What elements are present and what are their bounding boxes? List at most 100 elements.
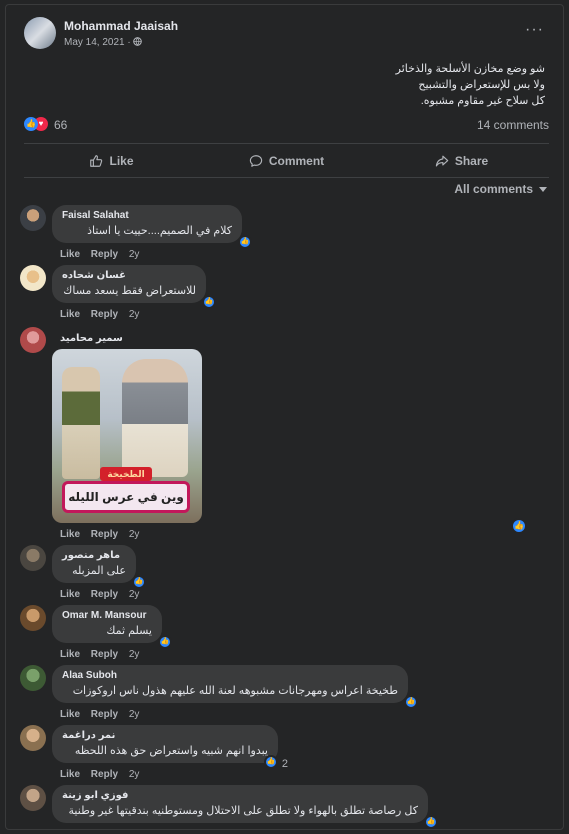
comment-reply-button[interactable]: Reply [91,249,118,260]
more-options-button[interactable]: ··· [525,21,544,39]
like-label: Like [109,154,134,168]
comment-like-button[interactable]: Like [60,589,80,600]
comment-like-button[interactable]: Like [60,249,80,260]
image-badge-text: الطخيخة [100,467,152,481]
comment-text: يسلم ثمك [106,625,152,637]
commenter-avatar[interactable] [20,265,46,291]
like-button[interactable]: Like [24,145,199,177]
like-reaction-icon[interactable]: 👍 [511,518,527,534]
comment-like-button[interactable]: Like [60,529,80,540]
commenter-avatar[interactable] [20,785,46,811]
commenter-name[interactable]: غسان شحاده [62,270,196,281]
comment-reply-button[interactable]: Reply [91,589,118,600]
post-text: شو وضع مخازن الأسلحة والذخائر ولا بس للإ… [245,61,545,109]
comment-like-button[interactable]: Like [60,309,80,320]
comment-reply-button[interactable]: Reply [91,649,118,660]
like-reaction-icon: 👍 [24,117,38,131]
like-reaction-icon[interactable]: 👍 [424,815,438,829]
comment-actions: Like Reply 2y [60,529,147,540]
like-reaction-icon[interactable]: 👍 [238,235,252,249]
commenter-avatar[interactable] [20,327,46,353]
comment-reaction-count[interactable]: 2 [282,758,288,770]
comment-actions: Like Reply 2y [60,829,147,830]
comment-text: للاستعراض فقط يسعد مساك [63,285,196,297]
post-text-line: شو وضع مخازن الأسلحة والذخائر [395,63,545,75]
comment-text: كل رصاصة تطلق بالهواء ولا تطلق على الاحت… [68,805,418,817]
commenter-name[interactable]: Faisal Salahat [62,210,232,221]
post-text-line: ولا بس للإستعراض والتشبيح [418,79,545,91]
comment-bubble: Faisal Salahat كلام في الصميم....حييت يا… [52,205,252,249]
comment-actions: Like Reply 2y [60,589,147,600]
like-reaction-icon[interactable]: 👍 [132,575,146,589]
comment-reply-button[interactable]: Reply [91,529,118,540]
comment-bubble: Omar M. Mansour يسلم ثمك 👍 [52,605,172,649]
commenter-name[interactable]: فوزي ابو زينة [62,790,418,801]
author-avatar[interactable] [24,17,56,49]
commenter-avatar[interactable] [20,205,46,231]
comment-time[interactable]: 2y [129,589,140,600]
like-reaction-icon[interactable]: 👍 [202,295,216,309]
photo-person [62,367,100,479]
comment-time[interactable]: 2y [129,649,140,660]
comment-time[interactable]: 2y [129,309,140,320]
reactions-count[interactable]: 66 [54,118,67,132]
divider [24,143,549,144]
comment-button[interactable]: Comment [199,145,374,177]
like-reaction-icon[interactable]: 👍 [404,695,418,709]
comment-actions: Like Reply 2y [60,709,147,720]
comment-text: على المزبله [72,565,126,577]
comment-actions: Like Reply 2y [60,249,147,260]
comment-time[interactable]: 2y [129,769,140,780]
comment-bubble: Alaa Suboh طخيخة اعراس ومهرجانات مشبوهه … [52,665,418,709]
comment-reply-button[interactable]: Reply [91,709,118,720]
like-reaction-icon[interactable]: 👍 [264,755,278,769]
comment-filter-dropdown[interactable]: All comments [454,182,547,196]
comment-filter-label: All comments [454,182,533,196]
share-button[interactable]: Share [374,145,549,177]
commenter-name[interactable]: ماهر منصور [62,550,126,561]
comment-reply-button[interactable]: Reply [91,309,118,320]
photo-person [122,359,188,477]
post-date-text[interactable]: May 14, 2021 · [64,37,133,48]
comment-like-button[interactable]: Like [60,649,80,660]
divider [24,177,549,178]
post-actions: Like Comment Share [24,145,549,177]
post-text-line: كل سلاح غير مقاوم مشبوه. [420,95,545,107]
commenter-avatar[interactable] [20,725,46,751]
comment-bubble: ماهر منصور على المزبله 👍 [52,545,146,589]
commenter-name[interactable]: Omar M. Mansour [62,610,152,621]
post-header: Mohammad Jaaisah May 14, 2021 · ··· [24,17,544,61]
comment-icon [249,155,262,167]
comment-image[interactable]: الطخيخة وين في عرس الليله [52,349,202,523]
commenter-name[interactable]: سمير محاميد [60,333,123,344]
commenter-name[interactable]: نمر دراغمة [62,730,268,741]
comment-like-button[interactable]: Like [60,709,80,720]
comment-time[interactable]: 2y [129,529,140,540]
image-caption-text: وين في عرس الليله [62,481,190,513]
comment-like-button[interactable]: Like [60,769,80,780]
comment-actions: Like Reply 2y [60,649,147,660]
comment-like-button[interactable]: Like [60,829,80,830]
comment-text: يبدوا انهم شبيه واستعراض حق هذه اللحظه [74,745,268,757]
share-label: Share [454,154,489,168]
comments-count[interactable]: 14 comments [477,118,549,132]
commenter-name[interactable]: Alaa Suboh [62,670,398,681]
comment-text: طخيخة اعراس ومهرجانات مشبوهه لعنة الله ع… [72,685,398,697]
post-date[interactable]: May 14, 2021 · [64,37,143,48]
comment-time[interactable]: 2y [129,709,140,720]
like-reaction-icon[interactable]: 👍 [158,635,172,649]
comment-bubble: فوزي ابو زينة كل رصاصة تطلق بالهواء ولا … [52,785,438,829]
comment-time[interactable]: 2y [129,829,140,830]
comment-actions: Like Reply 2y [60,309,147,320]
commenter-avatar[interactable] [20,545,46,571]
comment-bubble: نمر دراغمة يبدوا انهم شبيه واستعراض حق ه… [52,725,288,770]
commenter-avatar[interactable] [20,605,46,631]
comment-reply-button[interactable]: Reply [91,769,118,780]
comment-reply-button[interactable]: Reply [91,829,118,830]
caret-down-icon [539,187,547,193]
reactions-summary[interactable]: 👍 ♥ 66 14 comments [24,117,549,135]
globe-icon [133,37,143,46]
comment-time[interactable]: 2y [129,249,140,260]
commenter-avatar[interactable] [20,665,46,691]
post-author[interactable]: Mohammad Jaaisah [64,19,178,33]
